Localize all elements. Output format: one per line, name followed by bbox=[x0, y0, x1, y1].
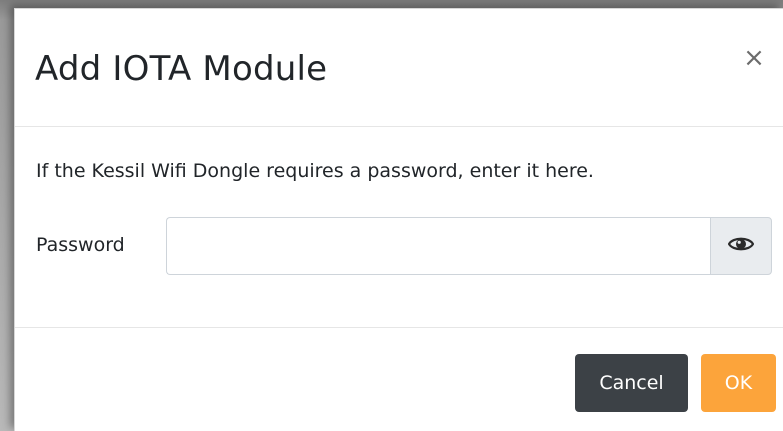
password-label: Password bbox=[36, 234, 125, 256]
dialog-footer: Cancel OK bbox=[15, 327, 783, 431]
dialog-title: Add IOTA Module bbox=[35, 49, 328, 89]
show-password-toggle[interactable] bbox=[710, 217, 772, 275]
dialog-body: If the Kessil Wifi Dongle requires a pas… bbox=[15, 127, 783, 327]
eye-icon bbox=[727, 235, 755, 257]
close-button[interactable]: × bbox=[739, 43, 769, 73]
password-form-row: Password bbox=[36, 217, 780, 277]
password-input[interactable] bbox=[166, 217, 710, 275]
add-iota-module-dialog: Add IOTA Module × If the Kessil Wifi Don… bbox=[14, 8, 783, 431]
ok-button[interactable]: OK bbox=[701, 354, 776, 412]
cancel-button[interactable]: Cancel bbox=[575, 354, 688, 412]
password-input-group bbox=[166, 217, 772, 275]
help-text: If the Kessil Wifi Dongle requires a pas… bbox=[36, 160, 594, 182]
dialog-header: Add IOTA Module × bbox=[15, 9, 783, 127]
